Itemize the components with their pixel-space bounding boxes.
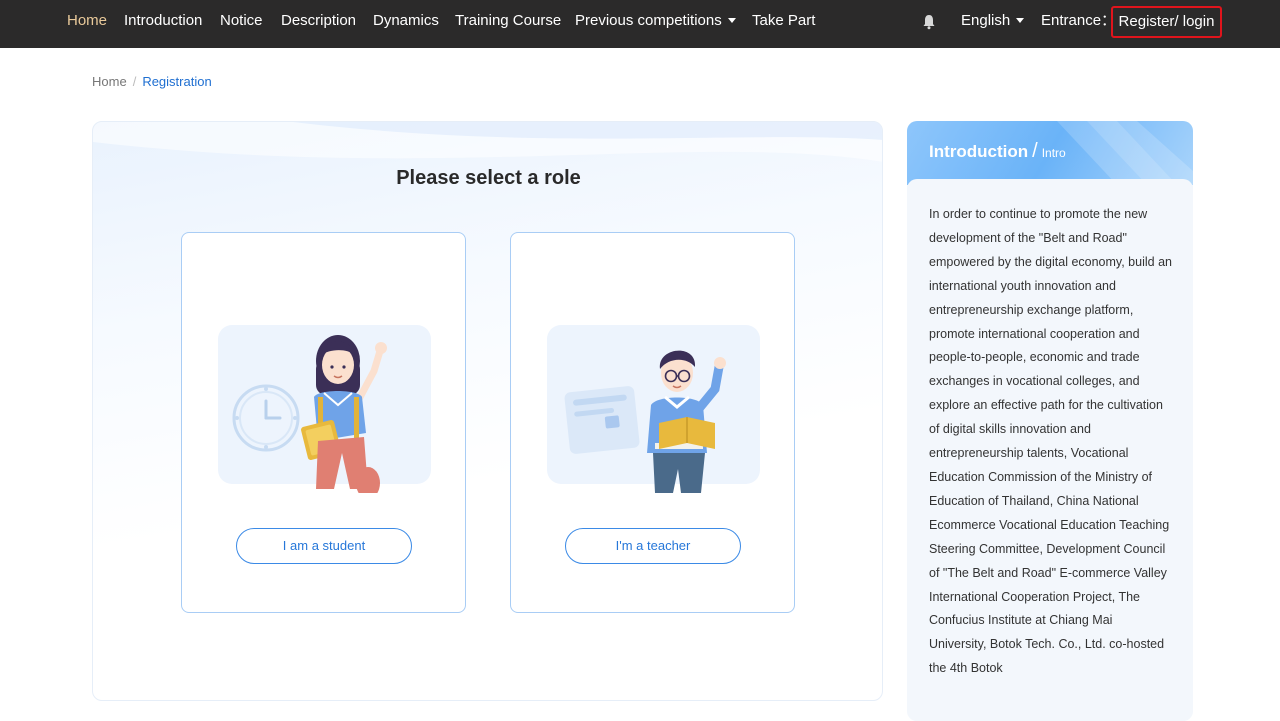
introduction-text: In order to continue to promote the new … bbox=[929, 207, 1172, 676]
teacher-illustration bbox=[564, 350, 726, 493]
introduction-panel: Introduction / Intro In order to continue … bbox=[907, 121, 1193, 721]
teacher-role-card[interactable]: I'm a teacher bbox=[510, 232, 795, 613]
breadcrumb-separator: / bbox=[132, 74, 137, 89]
introduction-header: Introduction / Intro bbox=[907, 121, 1193, 185]
breadcrumb-home[interactable]: Home bbox=[92, 74, 127, 89]
introduction-title-group: Introduction / Intro bbox=[929, 140, 1066, 163]
nav-previous-competitions[interactable]: Previous competitions bbox=[575, 12, 736, 30]
breadcrumb-current: Registration bbox=[142, 74, 212, 89]
nav-take-part[interactable]: Take Part bbox=[752, 12, 815, 30]
nav-dynamics[interactable]: Dynamics bbox=[373, 12, 439, 30]
language-selector[interactable]: English bbox=[961, 12, 1025, 30]
nav-description[interactable]: Description bbox=[281, 12, 356, 30]
role-selection-panel: Please select a role I am a student I'm … bbox=[92, 121, 883, 701]
top-navigation-bar: Home Introduction Notice Description Dyn… bbox=[0, 0, 1280, 48]
nav-previous-competitions-label: Previous competitions bbox=[575, 12, 722, 29]
introduction-subtitle: Intro bbox=[1041, 146, 1066, 160]
introduction-title: Introduction bbox=[929, 142, 1029, 161]
breadcrumb: Home / Registration bbox=[92, 74, 212, 89]
title-separator: / bbox=[1032, 140, 1038, 162]
chevron-down-icon bbox=[727, 17, 736, 23]
nav-home[interactable]: Home bbox=[67, 12, 107, 30]
nav-notice[interactable]: Notice bbox=[220, 12, 263, 30]
nav-introduction[interactable]: Introduction bbox=[124, 12, 202, 30]
student-role-card[interactable]: I am a student bbox=[181, 232, 466, 613]
student-illustration bbox=[232, 335, 387, 493]
student-role-button[interactable]: I am a student bbox=[236, 528, 412, 564]
teacher-role-button[interactable]: I'm a teacher bbox=[565, 528, 741, 564]
bell-icon[interactable] bbox=[922, 13, 936, 31]
nav-training-course[interactable]: Training Course bbox=[455, 12, 561, 30]
introduction-body: In order to continue to promote the new … bbox=[907, 179, 1193, 721]
language-label: English bbox=[961, 12, 1011, 29]
entrance-label: Entrance： bbox=[1041, 12, 1117, 29]
panel-title: Please select a role bbox=[396, 167, 581, 189]
register-login-button[interactable]: Register/ login bbox=[1111, 6, 1222, 38]
chevron-down-icon bbox=[1016, 17, 1025, 23]
